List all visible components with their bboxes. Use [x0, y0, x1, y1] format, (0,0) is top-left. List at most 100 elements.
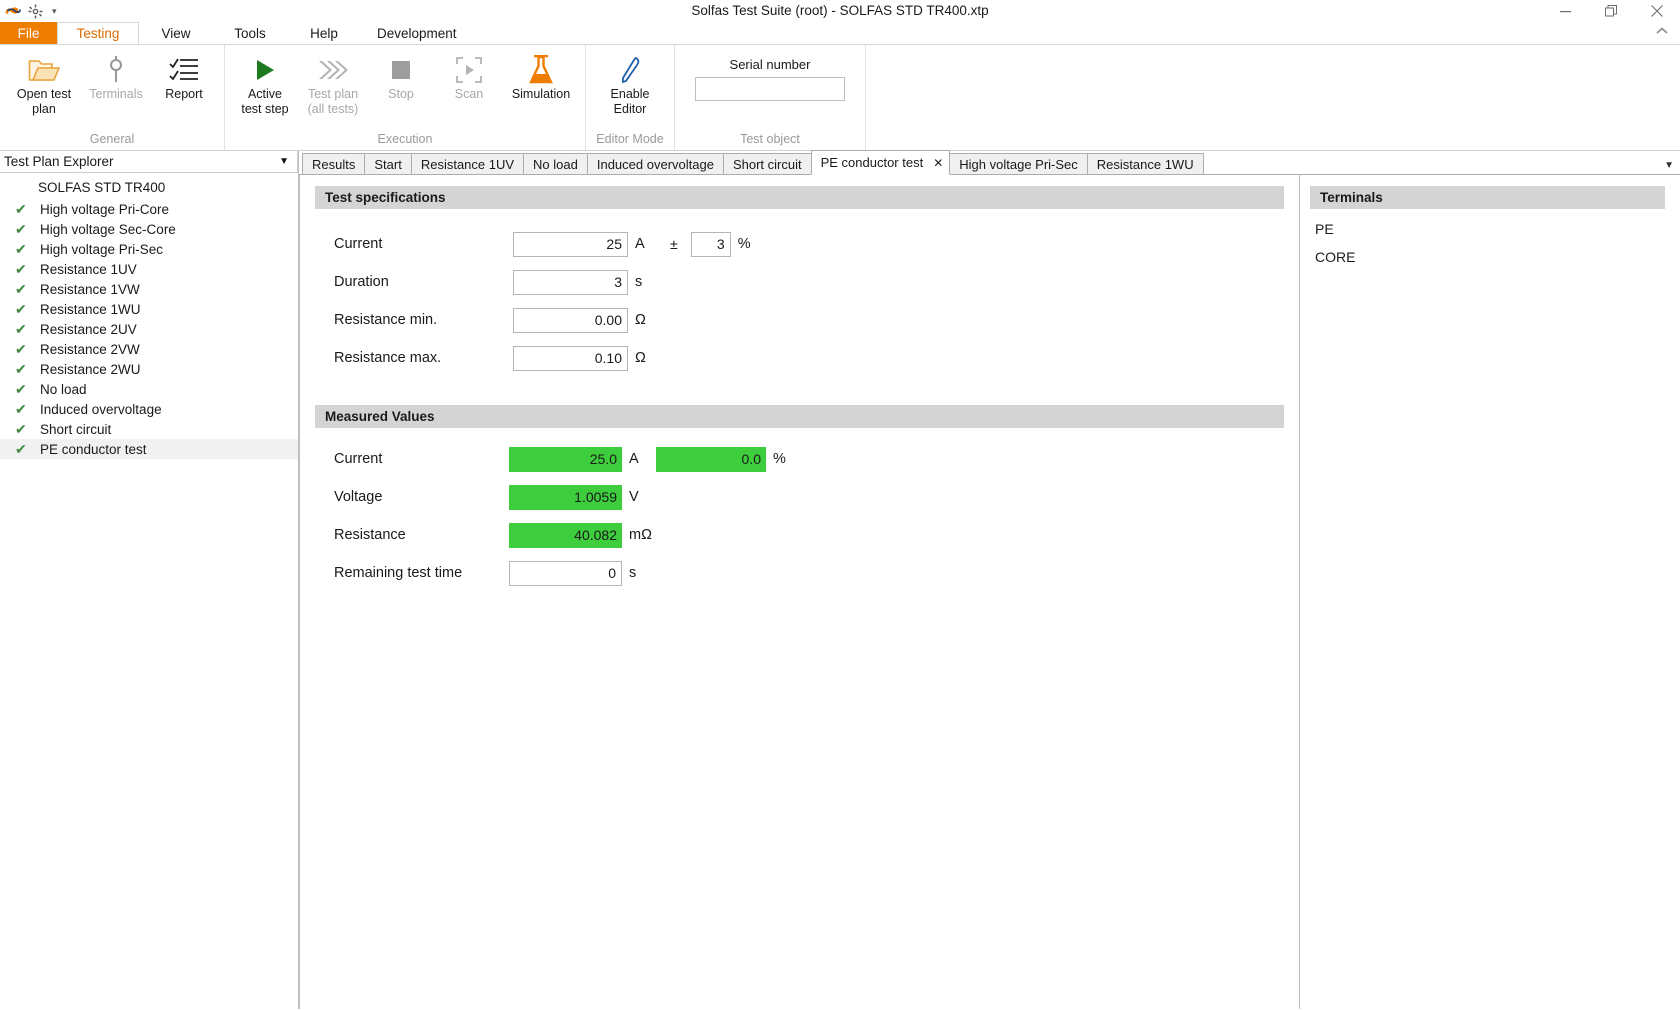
tab-induced-overvoltage[interactable]: Induced overvoltage [586, 153, 724, 174]
tree-item-high-voltage-sec-core[interactable]: ✔ High voltage Sec-Core [0, 219, 298, 239]
check-pass-icon: ✔ [15, 281, 27, 297]
tree-item-label: High voltage Sec-Core [40, 221, 176, 237]
tab-results[interactable]: Results [302, 153, 366, 174]
quick-access-toolbar[interactable]: ▾ [0, 0, 60, 22]
close-button[interactable] [1634, 0, 1680, 22]
tab-start[interactable]: Start [364, 153, 412, 174]
tree-item-resistance-1vw[interactable]: ✔ Resistance 1VW [0, 279, 298, 299]
active-test-step-button[interactable]: Active test step [231, 49, 299, 117]
spec-current-tolerance-symbol: ± [670, 236, 678, 252]
active-test-step-label: Active test step [241, 87, 289, 116]
ribbon-filler [866, 45, 1680, 150]
ribbon-group-execution: Active test step Test plan (all tests) S… [225, 45, 586, 150]
simulation-button[interactable]: Simulation [503, 49, 579, 102]
chevron-down-icon[interactable]: ▼ [279, 156, 289, 167]
qat-dropdown-icon[interactable]: ▾ [49, 6, 60, 16]
tab-resistance-1uv[interactable]: Resistance 1UV [410, 153, 525, 174]
tree-item-induced-overvoltage[interactable]: ✔ Induced overvoltage [0, 399, 298, 419]
tree-item-high-voltage-pri-core[interactable]: ✔ High voltage Pri-Core [0, 199, 298, 219]
check-pass-icon: ✔ [15, 321, 27, 337]
check-pass-icon: ✔ [15, 401, 27, 417]
spec-resistance-min-unit: Ω [635, 312, 646, 328]
ribbon-tab-development[interactable]: Development [361, 22, 473, 44]
report-button[interactable]: Report [150, 49, 218, 102]
check-pass-icon: ✔ [15, 421, 27, 437]
scan-label: Scan [454, 87, 484, 101]
ribbon-group-general-label: General [89, 132, 135, 146]
ribbon-group-editor-mode-label: Editor Mode [596, 132, 664, 146]
tree-item-label: Resistance 1WU [40, 301, 141, 317]
settings-gear-icon[interactable] [27, 3, 44, 20]
spec-resistance-max-input[interactable]: 0.10 [513, 345, 628, 371]
enable-editor-label: Enable Editor [610, 87, 650, 116]
tree-item-label: Resistance 1UV [40, 261, 137, 277]
ribbon-group-test-object-label: Test object [740, 132, 800, 146]
test-plan-tree[interactable]: SOLFAS STD TR400 ✔ High voltage Pri-Core… [0, 173, 298, 1009]
test-plan-explorer-header[interactable]: Test Plan Explorer ▼ [0, 151, 298, 173]
tab-resistance-1wu[interactable]: Resistance 1WU [1086, 153, 1204, 174]
tree-item-no-load[interactable]: ✔ No load [0, 379, 298, 399]
test-plan-all-tests-button[interactable]: Test plan (all tests) [299, 49, 367, 117]
tree-root-node[interactable]: SOLFAS STD TR400 [0, 177, 298, 199]
terminals-label: Terminals [89, 87, 143, 101]
close-icon[interactable]: ✕ [933, 156, 943, 170]
terminals-pane: Terminals PE CORE [1300, 175, 1680, 1009]
tree-item-resistance-1uv[interactable]: ✔ Resistance 1UV [0, 259, 298, 279]
main-area: Test Plan Explorer ▼ SOLFAS STD TR400 ✔ … [0, 150, 1680, 1009]
tree-item-label: Short circuit [40, 421, 112, 437]
panes: Test specifications Current 25 A ± 3 % D… [299, 175, 1680, 1009]
ribbon-tab-strip: File Testing View Tools Help Development [0, 22, 1680, 45]
ribbon-tab-view[interactable]: View [139, 22, 213, 44]
ribbon: Open test plan Terminals Report General … [0, 44, 1680, 151]
ribbon-tab-file[interactable]: File [0, 22, 57, 44]
scan-button[interactable]: Scan [435, 49, 503, 102]
tree-item-high-voltage-pri-sec[interactable]: ✔ High voltage Pri-Sec [0, 239, 298, 259]
test-plan-label: Test plan [307, 87, 359, 101]
simulation-label: Simulation [511, 87, 571, 101]
tree-item-resistance-1wu[interactable]: ✔ Resistance 1WU [0, 299, 298, 319]
tree-item-pe-conductor-test[interactable]: ✔ PE conductor test [0, 439, 298, 459]
ribbon-tab-testing[interactable]: Testing [57, 22, 139, 45]
tab-no-load[interactable]: No load [523, 153, 588, 174]
enable-editor-button[interactable]: Enable Editor [592, 49, 668, 117]
tree-item-short-circuit[interactable]: ✔ Short circuit [0, 419, 298, 439]
ribbon-group-test-object: Serial number Test object [675, 45, 866, 150]
ribbon-tab-tools[interactable]: Tools [213, 22, 287, 44]
tree-item-resistance-2uv[interactable]: ✔ Resistance 2UV [0, 319, 298, 339]
measured-row-remaining-time: Remaining test time 0 s [315, 554, 1299, 592]
tree-item-label: High voltage Pri-Sec [40, 241, 164, 257]
measured-resistance-unit: mΩ [629, 527, 652, 543]
ribbon-tab-help[interactable]: Help [287, 22, 361, 44]
spec-row-resistance-min: Resistance min. 0.00 Ω [315, 301, 1299, 339]
tree-item-label: No load [40, 381, 87, 397]
app-logo-icon[interactable] [5, 3, 22, 20]
terminals-button[interactable]: Terminals [82, 49, 150, 102]
restore-button[interactable] [1588, 0, 1634, 22]
minimize-button[interactable] [1542, 0, 1588, 22]
tab-pe-conductor-test-label: PE conductor test [820, 155, 924, 170]
spec-resistance-min-label: Resistance min. [334, 312, 438, 328]
play-icon [252, 53, 278, 87]
tree-item-label: Induced overvoltage [40, 401, 162, 417]
measured-voltage-label: Voltage [334, 489, 383, 505]
tab-short-circuit[interactable]: Short circuit [722, 153, 812, 174]
ribbon-collapse-icon[interactable] [1654, 24, 1670, 38]
tree-item-resistance-2wu[interactable]: ✔ Resistance 2WU [0, 359, 298, 379]
test-specifications-header: Test specifications [315, 186, 1284, 209]
window-controls [1542, 0, 1680, 22]
check-pass-icon: ✔ [15, 221, 27, 237]
tab-pe-conductor-test[interactable]: PE conductor test ✕ [810, 150, 951, 175]
tree-item-resistance-2vw[interactable]: ✔ Resistance 2VW [0, 339, 298, 359]
spec-resistance-min-input[interactable]: 0.00 [513, 307, 628, 333]
stop-button[interactable]: Stop [367, 49, 435, 102]
check-pass-icon: ✔ [15, 341, 27, 357]
tab-overflow-chevron-icon[interactable]: ▼ [1664, 160, 1674, 171]
spec-duration-input[interactable]: 3 [513, 269, 628, 295]
tab-high-voltage-pri-sec[interactable]: High voltage Pri-Sec [949, 153, 1088, 174]
tree-item-label: Resistance 2WU [40, 361, 141, 377]
spec-current-tolerance-input[interactable]: 3 [690, 231, 731, 257]
check-pass-icon: ✔ [15, 201, 27, 217]
open-test-plan-button[interactable]: Open test plan [6, 49, 82, 117]
spec-current-input[interactable]: 25 [513, 231, 628, 257]
serial-number-input[interactable] [695, 77, 845, 101]
